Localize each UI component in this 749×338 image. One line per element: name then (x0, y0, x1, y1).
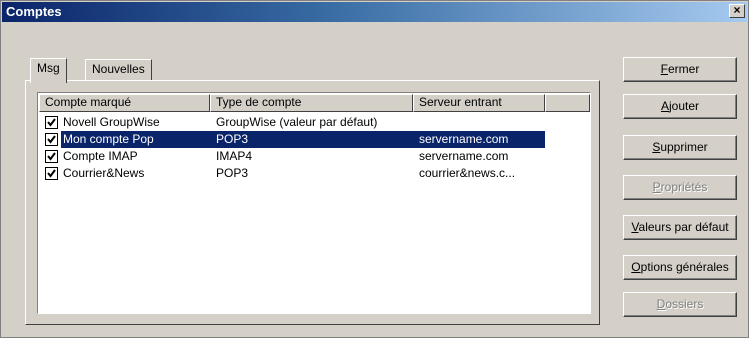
button-label-rest: aleurs par défaut (638, 220, 729, 234)
close-button[interactable]: × (729, 4, 745, 18)
account-type: POP3 (216, 132, 249, 146)
default-values-button[interactable]: Valeurs par défaut (623, 215, 737, 240)
account-checkbox[interactable] (45, 133, 58, 146)
access-key: A (660, 99, 669, 113)
button-label-rest: ptions générales (640, 260, 729, 274)
table-row[interactable]: Mon compte Pop POP3 servername.com (39, 131, 590, 148)
account-checkbox[interactable] (45, 167, 58, 180)
window-title: Comptes (6, 4, 62, 19)
account-name: Mon compte Pop (63, 132, 154, 146)
table-row[interactable]: Courrier&News POP3 courrier&news.c... (39, 165, 590, 182)
access-key: P (652, 180, 661, 194)
column-header-empty[interactable] (545, 94, 590, 112)
checkmark-icon (47, 169, 56, 178)
checkmark-icon (47, 135, 56, 144)
account-name: Novell GroupWise (63, 115, 160, 129)
checkmark-icon (47, 152, 56, 161)
column-header-account[interactable]: Compte marqué (39, 94, 210, 112)
column-header-server[interactable]: Serveur entrant (413, 94, 545, 112)
access-key: V (631, 220, 639, 234)
access-key: O (631, 260, 641, 274)
button-label-rest: upprimer (660, 140, 708, 154)
account-name: Compte IMAP (63, 149, 138, 163)
account-type: POP3 (216, 166, 249, 180)
table-row[interactable]: Novell GroupWise GroupWise (valeur par d… (39, 114, 590, 131)
incoming-server: servername.com (419, 149, 509, 163)
button-label-rest: ossiers (665, 297, 704, 311)
title-bar[interactable]: Comptes × (2, 2, 747, 22)
account-checkbox[interactable] (45, 116, 58, 129)
incoming-server: courrier&news.c... (419, 166, 516, 180)
add-account-button[interactable]: Ajouter (623, 94, 737, 119)
general-options-button[interactable]: Options générales (623, 255, 737, 280)
tab-nouvelles-label: Nouvelles (92, 62, 145, 76)
account-name: Courrier&News (63, 166, 145, 180)
checkmark-icon (47, 118, 56, 127)
delete-account-button[interactable]: Supprimer (623, 135, 737, 160)
tab-msg-label: Msg (37, 61, 60, 75)
column-header-type[interactable]: Type de compte (210, 94, 413, 112)
access-key: F (660, 62, 668, 76)
incoming-server: servername.com (419, 132, 509, 146)
accounts-dialog: Comptes × Msg Nouvelles Compte marqué Ty… (0, 0, 749, 338)
button-label-rest: ropriétés (660, 180, 708, 194)
account-type: GroupWise (valeur par défaut) (216, 115, 378, 129)
tab-nouvelles[interactable]: Nouvelles (85, 59, 152, 81)
close-dialog-button[interactable]: Fermer (623, 57, 737, 82)
button-label-rest: ermer (668, 62, 700, 76)
list-header: Compte marqué Type de compte Serveur ent… (39, 94, 590, 112)
properties-button[interactable]: Propriétés (623, 175, 737, 200)
account-checkbox[interactable] (45, 150, 58, 163)
folders-button[interactable]: Dossiers (623, 292, 737, 317)
button-label-rest: jouter (668, 99, 700, 113)
tab-msg[interactable]: Msg (30, 58, 67, 83)
account-type: IMAP4 (216, 149, 253, 163)
accounts-list[interactable]: Compte marqué Type de compte Serveur ent… (37, 92, 591, 314)
table-row[interactable]: Compte IMAP IMAP4 servername.com (39, 148, 590, 165)
